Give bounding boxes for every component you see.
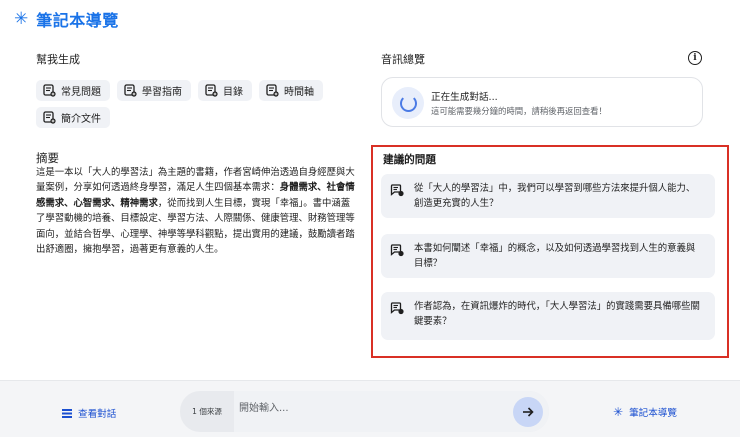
suggested-question[interactable]: 本書如何闡述「幸福」的概念，以及如何透過學習找到人生的意義與目標？ <box>381 234 715 278</box>
question-text: 作者認為，在資訊爆炸的時代，「大人學習法」的實踐需要具備哪些關鍵要素？ <box>414 301 700 327</box>
note-icon <box>124 84 137 97</box>
chip-briefing-doc[interactable]: 簡介文件 <box>36 107 110 128</box>
chat-input-container: 1 個來源 開始輸入... <box>180 391 549 432</box>
suggested-question[interactable]: 作者認為，在資訊爆炸的時代，「大人學習法」的實踐需要具備哪些關鍵要素？ <box>381 292 715 340</box>
chat-question-icon <box>390 183 404 197</box>
notebook-guide-label: 筆記本導覽 <box>629 408 678 419</box>
audio-overview-label: 音訊總覽 <box>381 53 425 66</box>
arrow-right-icon <box>523 407 534 417</box>
sparkle-icon: ✳ <box>14 8 29 29</box>
chip-label: 常見問題 <box>61 87 101 98</box>
info-icon[interactable]: i <box>688 51 702 65</box>
audio-status-subtitle: 這可能需要幾分鐘的時間，請稍後再返回查看！ <box>431 106 607 116</box>
note-icon <box>43 111 56 124</box>
view-chat-button[interactable]: 查看對話 <box>62 406 116 420</box>
question-text: 本書如何闡述「幸福」的概念，以及如何透過學習找到人生的意義與目標？ <box>414 243 696 269</box>
send-button[interactable] <box>513 397 543 427</box>
question-text: 從「大人的學習法」中，我們可以學習到哪些方法來提升個人能力、創造更充實的人生？ <box>414 183 696 209</box>
chip-timeline[interactable]: 時間軸 <box>259 80 323 101</box>
summary-text: 這是一本以「大人的學習法」為主題的書籍，作者宮崎伸治透過自身經歷與大量案例，分享… <box>36 165 358 257</box>
note-icon <box>205 84 218 97</box>
notebook-guide-button[interactable]: ✳ 筆記本導覽 <box>613 405 677 419</box>
page-title: 筆記本導覽 <box>36 11 119 30</box>
chat-input-placeholder: 開始輸入... <box>239 403 289 414</box>
loading-spinner-icon <box>392 87 424 119</box>
chip-label: 簡介文件 <box>61 114 101 125</box>
view-chat-label: 查看對話 <box>78 409 117 420</box>
audio-status-title: 正在生成對話... <box>431 92 498 103</box>
chat-question-icon <box>390 243 404 257</box>
help-chips: 常見問題 學習指南 目錄 時間軸 簡介文件 <box>36 80 336 128</box>
chip-faq[interactable]: 常見問題 <box>36 80 110 101</box>
suggested-questions-title: 建議的問題 <box>383 154 436 166</box>
help-create-label: 幫我生成 <box>36 53 80 66</box>
app-header: ✳ 筆記本導覽 <box>14 6 119 32</box>
note-icon <box>43 84 56 97</box>
summary-title: 摘要 <box>36 151 59 165</box>
source-count-badge[interactable]: 1 個來源 <box>180 391 234 432</box>
chat-list-icon <box>62 408 72 418</box>
chip-study-guide[interactable]: 學習指南 <box>117 80 191 101</box>
note-icon <box>266 84 279 97</box>
suggested-questions-panel: 建議的問題 從「大人的學習法」中，我們可以學習到哪些方法來提升個人能力、創造更充… <box>371 145 729 358</box>
chip-table-of-contents[interactable]: 目錄 <box>198 80 252 101</box>
sparkle-icon: ✳ <box>613 405 624 419</box>
chat-question-icon <box>390 301 404 315</box>
chip-label: 目錄 <box>223 87 243 98</box>
audio-status-card: 正在生成對話... 這可能需要幾分鐘的時間，請稍後再返回查看！ <box>381 77 703 127</box>
chat-input[interactable]: 開始輸入... <box>234 391 549 432</box>
chip-label: 時間軸 <box>284 87 314 98</box>
suggested-question[interactable]: 從「大人的學習法」中，我們可以學習到哪些方法來提升個人能力、創造更充實的人生？ <box>381 174 715 218</box>
chip-label: 學習指南 <box>142 87 182 98</box>
